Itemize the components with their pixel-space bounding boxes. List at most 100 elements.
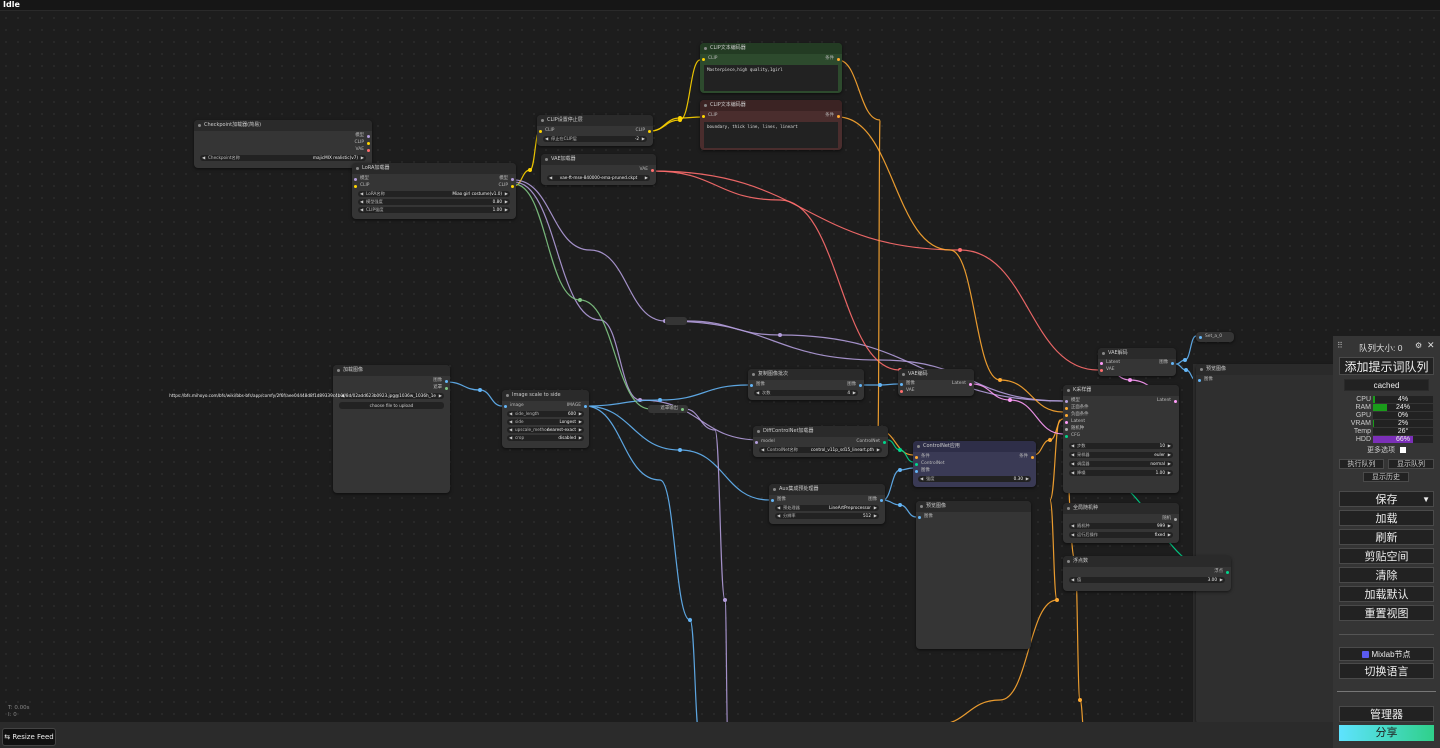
load-button[interactable]: 加载 bbox=[1339, 510, 1434, 526]
node-vae-loader[interactable]: VAE加载器 VAE ◀ vae-ft-mse-840000-ema-prune… bbox=[541, 154, 656, 185]
clipspace-button[interactable]: 剪贴空间 bbox=[1339, 548, 1434, 564]
arrow-left-icon[interactable]: ◀ bbox=[1071, 452, 1074, 458]
node-vae-decode[interactable]: VAE解码 Latent VAE 图像 bbox=[1098, 348, 1176, 376]
arrow-right-icon[interactable]: ▶ bbox=[1168, 470, 1171, 476]
output-seed[interactable]: 随机 bbox=[1162, 516, 1177, 522]
node-controlnet-apply[interactable]: ControlNet应用 条件 ControlNet 图像 条件 ◀ 强度 0.… bbox=[913, 441, 1036, 487]
node-set-a-0[interactable]: Set_a_0 bbox=[1196, 332, 1234, 342]
input-image[interactable]: 图像 bbox=[771, 497, 786, 503]
refresh-button[interactable]: 刷新 bbox=[1339, 529, 1434, 545]
input-cfg[interactable]: CFG bbox=[1065, 433, 1080, 439]
arrow-right-icon[interactable]: ▶ bbox=[1168, 523, 1171, 529]
arrow-left-icon[interactable]: ◀ bbox=[360, 207, 363, 213]
arrow-left-icon[interactable]: ◀ bbox=[509, 411, 512, 417]
input-clip[interactable]: CLIP bbox=[539, 128, 554, 134]
input-vae[interactable]: VAE bbox=[1100, 367, 1115, 373]
reroute-node-mask[interactable]: 遮罩输出 bbox=[648, 405, 688, 413]
reroute-node[interactable] bbox=[665, 317, 687, 325]
arrow-right-icon[interactable]: ▶ bbox=[505, 191, 508, 197]
link-center-dot[interactable] bbox=[778, 333, 782, 337]
input-image[interactable]: image bbox=[504, 403, 524, 409]
output-latent[interactable]: Latent bbox=[952, 381, 973, 387]
output-conditioning[interactable]: 条件 bbox=[825, 113, 840, 119]
output-conditioning[interactable]: 条件 bbox=[825, 56, 840, 62]
input-controlnet[interactable]: ControlNet bbox=[915, 461, 945, 467]
node-load-image[interactable]: 加载图像 图像 遮罩 ◀ https://bfs.mihoyo.com/bfs/… bbox=[169, 365, 450, 493]
side-length-widget[interactable]: ◀ side_length 600 ▶ bbox=[507, 411, 584, 417]
load-default-button[interactable]: 加载默认 bbox=[1339, 586, 1434, 602]
arrow-right-icon[interactable]: ▶ bbox=[853, 390, 856, 396]
node-float[interactable]: 浮点数 浮点 ◀ 值 3.00 ▶ bbox=[1063, 556, 1231, 591]
show-queue-button[interactable]: 显示队列 bbox=[1388, 459, 1434, 469]
node-diff-controlnet-loader[interactable]: DiffControlNet加载器 model ControlNet ◀ Con… bbox=[753, 426, 888, 457]
link-center-dot[interactable] bbox=[578, 298, 582, 302]
link-center-dot[interactable] bbox=[1008, 398, 1012, 402]
scheduler-widget[interactable]: ◀ 调度器 normal ▶ bbox=[1069, 461, 1173, 467]
arrow-right-icon[interactable]: ▶ bbox=[579, 419, 582, 425]
link-center-dot[interactable] bbox=[898, 448, 902, 452]
arrow-left-icon[interactable]: ◀ bbox=[509, 427, 512, 433]
close-icon[interactable]: ✕ bbox=[1427, 340, 1435, 351]
input-seed[interactable]: 随机种 bbox=[1065, 426, 1084, 432]
sampler-widget[interactable]: ◀ 采样器 euler ▶ bbox=[1069, 452, 1173, 458]
arrow-right-icon[interactable]: ▶ bbox=[874, 513, 877, 519]
arrow-left-icon[interactable]: ◀ bbox=[777, 505, 780, 511]
input-vae[interactable]: VAE bbox=[900, 388, 915, 394]
arrow-left-icon[interactable]: ◀ bbox=[1071, 470, 1074, 476]
link-center-dot[interactable] bbox=[958, 248, 962, 252]
output-image[interactable]: IMAGE bbox=[567, 403, 588, 409]
strength-widget[interactable]: ◀ 强度 0.30 ▶ bbox=[918, 476, 1031, 482]
image-select-widget[interactable]: ◀ https://bfs.mihoyo.com/bfs/wiki/bbs-bf… bbox=[169, 393, 444, 399]
node-lora-loader[interactable]: LoRA加载器 模型 CLIP 模型 CLIP ◀ LoRA名称 Miao gi… bbox=[352, 163, 516, 219]
gear-icon[interactable]: ⚙ bbox=[1415, 341, 1422, 350]
link-center-dot[interactable] bbox=[1128, 378, 1132, 382]
output-conditioning[interactable]: 条件 bbox=[1019, 454, 1034, 460]
amount-widget[interactable]: ◀ 次数 4 ▶ bbox=[754, 390, 858, 396]
node-aux-preprocessor[interactable]: Aux集成预处理器 图像 图像 ◀ 预处理器 LineArtPreprocess… bbox=[769, 484, 885, 524]
manager-button[interactable]: 管理器 bbox=[1339, 706, 1434, 722]
link-center-dot[interactable] bbox=[1055, 598, 1059, 602]
node-clip-text-encode-negative[interactable]: CLIP文本编码器 CLIP 条件 boundary, thick line, … bbox=[700, 100, 842, 150]
lora-name-widget[interactable]: ◀ LoRA名称 Miao girl costume(v1.0) ▶ bbox=[358, 191, 510, 197]
prompt-textarea[interactable]: Masterpiece,high quality,1girl bbox=[704, 65, 838, 91]
share-button[interactable]: 分享 bbox=[1339, 725, 1434, 741]
arrow-left-icon[interactable]: ◀ bbox=[1071, 523, 1074, 529]
input-image[interactable]: 图像 bbox=[1198, 377, 1213, 383]
arrow-right-icon[interactable]: ▶ bbox=[1026, 476, 1029, 482]
node-global-seed[interactable]: 全局随机种 随机 ◀ 随机种 999 ▶ ◀ 运行后操作 fixed ▶ bbox=[1063, 503, 1179, 543]
arrow-left-icon[interactable]: ◀ bbox=[777, 513, 780, 519]
input-image[interactable]: 图像 bbox=[900, 381, 915, 387]
output-image[interactable]: 图像 bbox=[868, 497, 883, 503]
arrow-left-icon[interactable]: ◀ bbox=[1071, 532, 1074, 538]
link-center-dot[interactable] bbox=[678, 116, 682, 120]
input-clip[interactable]: CLIP bbox=[702, 56, 717, 62]
input-clip[interactable]: CLIP bbox=[702, 113, 717, 119]
node-vae-encode[interactable]: VAE编码 图像 VAE Latent bbox=[898, 369, 974, 396]
more-options-checkbox[interactable] bbox=[1399, 447, 1406, 454]
arrow-right-icon[interactable]: ▶ bbox=[1168, 443, 1171, 449]
arrow-right-icon[interactable]: ▶ bbox=[1168, 461, 1171, 467]
input-clip[interactable]: CLIP bbox=[354, 183, 369, 189]
arrow-right-icon[interactable]: ▶ bbox=[579, 411, 582, 417]
reset-view-button[interactable]: 重置视图 bbox=[1339, 605, 1434, 621]
arrow-right-icon[interactable]: ▶ bbox=[361, 155, 364, 161]
link-center-dot[interactable] bbox=[528, 168, 532, 172]
arrow-right-icon[interactable]: ▶ bbox=[874, 505, 877, 511]
save-button[interactable]: 保存 ▼ bbox=[1339, 491, 1434, 507]
node-checkpoint-loader[interactable]: Checkpoint加载器(简易) 模型 CLIP VAE ◀ Checkpoi… bbox=[194, 120, 372, 168]
input-image[interactable]: 图像 bbox=[918, 514, 933, 520]
output-model[interactable]: 模型 bbox=[355, 133, 370, 139]
vae-name-widget[interactable]: ◀ vae-ft-mse-840000-ema-pruned.ckpt ▶ bbox=[547, 175, 650, 181]
mixlab-nodes-button[interactable]: Mixlab节点 bbox=[1339, 647, 1434, 661]
arrow-right-icon[interactable]: ▶ bbox=[877, 447, 880, 453]
output-clip[interactable]: CLIP bbox=[499, 183, 515, 189]
node-preview-image[interactable]: 预览图像 图像 bbox=[916, 501, 1031, 649]
steps-widget[interactable]: ◀ 步数 10 ▶ bbox=[1069, 443, 1173, 449]
link-center-dot[interactable] bbox=[478, 388, 482, 392]
output-float[interactable]: 浮点 bbox=[1214, 569, 1229, 575]
arrow-right-icon[interactable]: ▶ bbox=[579, 435, 582, 441]
seed-widget[interactable]: ◀ 随机种 999 ▶ bbox=[1069, 523, 1173, 529]
control-after-generate-widget[interactable]: ◀ 运行后操作 fixed ▶ bbox=[1069, 532, 1173, 538]
node-clip-text-encode-positive[interactable]: CLIP文本编码器 CLIP 条件 Masterpiece,high quali… bbox=[700, 43, 842, 93]
link-center-dot[interactable] bbox=[898, 503, 902, 507]
